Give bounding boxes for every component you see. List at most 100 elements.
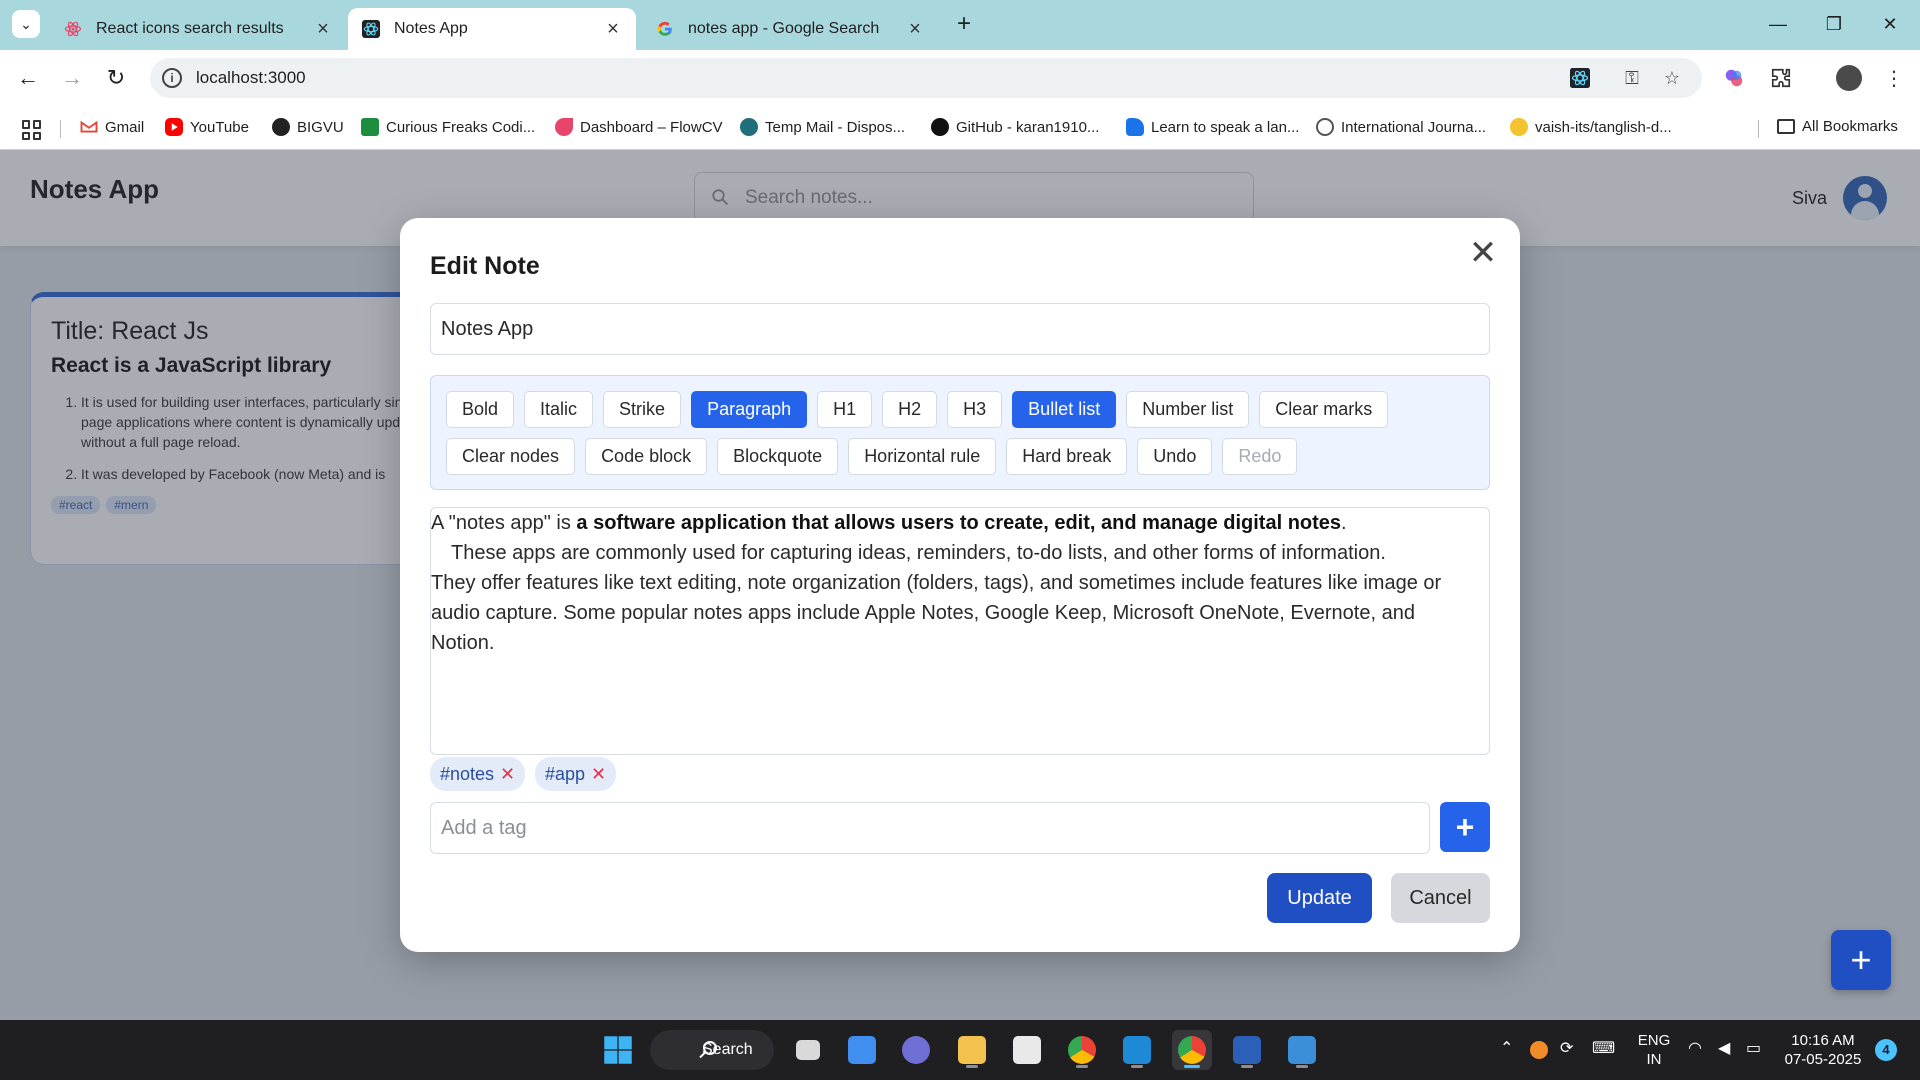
close-modal-button[interactable]: ✕ [1466,236,1500,270]
restore-button[interactable]: ❐ [1814,8,1854,40]
undo-button[interactable]: Undo [1137,438,1213,475]
bookmark-youtube[interactable]: YouTube [165,118,249,136]
strike-button[interactable]: Strike [603,391,682,428]
bookmark-flowcv[interactable]: Dashboard – FlowCV [555,118,723,136]
horizontal-rule-button[interactable]: Horizontal rule [848,438,997,475]
close-icon[interactable]: × [604,18,622,41]
italic-button[interactable]: Italic [524,391,594,428]
google-g-icon [656,20,674,38]
teams-chat-button[interactable] [896,1030,936,1070]
bookmark-curious-freaks[interactable]: Curious Freaks Codi... [361,118,535,136]
tag-chip: #notes ✕ [430,757,526,791]
language-indicator[interactable]: ENG IN [1634,1031,1674,1069]
forward-button[interactable]: → [56,62,88,94]
language-app-icon [1126,118,1144,136]
more-menu-icon[interactable]: ⋮ [1878,62,1910,94]
copilot-icon[interactable] [1718,62,1750,94]
notification-badge[interactable]: 4 [1875,1039,1897,1061]
url-text[interactable]: localhost:3000 [196,68,306,88]
start-button[interactable] [598,1030,638,1070]
extension-react-devtools-icon[interactable] [1568,66,1592,90]
address-bar[interactable]: i localhost:3000 ⚿ ☆ [150,58,1702,98]
tab-notes-app[interactable]: Notes App × [348,8,636,50]
bullet-list-button[interactable]: Bullet list [1012,391,1117,428]
all-bookmarks-button[interactable]: All Bookmarks [1777,118,1898,135]
volume-icon[interactable]: ◀ [1718,1038,1730,1058]
sync-icon[interactable]: ⟳ [1560,1038,1573,1058]
flowcv-icon [555,118,573,136]
file-explorer-button[interactable] [952,1030,992,1070]
h3-button[interactable]: H3 [947,391,1003,428]
close-window-button[interactable]: ✕ [1870,8,1910,40]
tab-search-button[interactable]: ⌄ [12,10,40,38]
taskbar-search[interactable]: Search [650,1030,774,1070]
store-button[interactable] [1007,1030,1047,1070]
widgets-button[interactable] [842,1030,882,1070]
hard-break-button[interactable]: Hard break [1006,438,1128,475]
add-tag-input[interactable] [430,802,1430,854]
h1-button[interactable]: H1 [817,391,873,428]
bookmark-gmail[interactable]: Gmail [80,118,144,136]
vscode-button[interactable] [1117,1030,1157,1070]
code-block-button[interactable]: Code block [585,438,708,475]
clear-marks-button[interactable]: Clear marks [1259,391,1389,428]
note-content-editor[interactable]: A "notes app" is a software application … [430,507,1490,755]
site-info-icon[interactable]: i [162,68,182,88]
cancel-button[interactable]: Cancel [1391,873,1490,923]
profile-avatar[interactable] [1836,65,1862,91]
photos-button[interactable] [1282,1030,1322,1070]
bold-button[interactable]: Bold [446,391,515,428]
bookmark-bigvu[interactable]: BIGVU [272,118,344,136]
note-title-input[interactable] [430,303,1490,355]
redo-button[interactable]: Redo [1222,438,1298,475]
all-bookmarks-label: All Bookmarks [1802,118,1898,135]
store-icon [1013,1036,1041,1064]
reload-button[interactable]: ↻ [100,62,132,94]
password-key-icon[interactable]: ⚿ [1620,66,1644,90]
emoji-face-icon [1510,118,1528,136]
chevron-up-icon[interactable]: ⌃ [1500,1038,1513,1058]
number-list-button[interactable]: Number list [1126,391,1250,428]
minimize-button[interactable]: — [1758,8,1798,40]
clear-nodes-button[interactable]: Clear nodes [446,438,576,475]
extensions-puzzle-icon[interactable] [1765,62,1797,94]
bookmark-star-icon[interactable]: ☆ [1660,66,1684,90]
chrome-profile-1-button[interactable] [1062,1030,1102,1070]
remove-tag-icon[interactable]: ✕ [500,764,515,785]
bookmark-github[interactable]: GitHub - karan1910... [931,118,1099,136]
task-view-button[interactable] [788,1030,828,1070]
add-tag-button[interactable]: + [1440,802,1490,852]
paragraph-button[interactable]: Paragraph [691,391,808,428]
tab-google-search[interactable]: notes app - Google Search × [642,8,938,50]
battery-icon[interactable]: ▭ [1746,1038,1761,1058]
bookmark-tanglish[interactable]: vaish-its/tanglish-d... [1510,118,1672,136]
bookmarks-bar: Gmail YouTube BIGVU Curious Freaks Codi.… [0,106,1920,150]
bookmark-temp-mail[interactable]: Temp Mail - Dispos... [740,118,905,136]
wifi-icon[interactable]: ◠ [1688,1038,1702,1058]
clock[interactable]: 10:16 AM 07-05-2025 [1778,1031,1868,1069]
bookmark-label: BIGVU [297,118,344,136]
chrome-icon [1068,1036,1096,1064]
arrow-left-icon: ← [17,65,39,90]
bookmark-label: YouTube [190,118,249,136]
keyboard-icon[interactable]: ⌨ [1592,1038,1615,1058]
back-button[interactable]: ← [12,62,44,94]
word-button[interactable] [1227,1030,1267,1070]
bookmark-international-journal[interactable]: International Journa... [1316,118,1486,136]
apps-grid-icon[interactable] [22,120,42,140]
new-tab-button[interactable]: + [950,10,978,38]
close-icon[interactable]: × [314,18,332,41]
task-view-icon [796,1040,820,1060]
add-note-button[interactable]: + [1831,930,1891,990]
remove-tag-icon[interactable]: ✕ [591,764,606,785]
chrome-active-button[interactable] [1172,1030,1212,1070]
bookmark-learn-language[interactable]: Learn to speak a lan... [1126,118,1299,136]
blockquote-button[interactable]: Blockquote [717,438,839,475]
close-icon: ✕ [1882,13,1898,34]
update-button[interactable]: Update [1267,873,1372,923]
close-icon[interactable]: × [906,18,924,41]
h2-button[interactable]: H2 [882,391,938,428]
running-indicator [1296,1065,1308,1068]
app-tray-icon[interactable] [1530,1041,1548,1059]
tab-react-icons[interactable]: React icons search results × [50,8,346,50]
